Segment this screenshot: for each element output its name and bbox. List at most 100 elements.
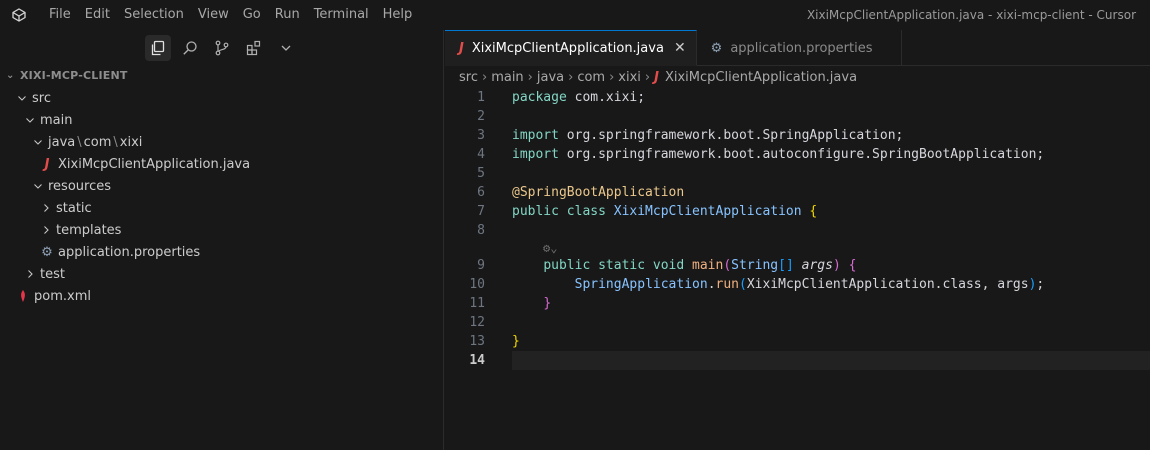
tree-label: static	[56, 200, 92, 216]
code-line: 3 import org.springframework.boot.Spring…	[445, 126, 1150, 145]
tree-item-properties[interactable]: ⚙ application.properties	[0, 241, 443, 263]
chevron-down-icon	[32, 180, 44, 192]
breadcrumb-item[interactable]: java	[537, 70, 564, 85]
tab-bar: J XixiMcpClientApplication.java ✕ ⚙ appl…	[445, 30, 1150, 66]
tree-item-pom[interactable]: pom.xml	[0, 285, 443, 307]
chevron-down-icon	[281, 45, 290, 51]
code-line: 11 }	[445, 294, 1150, 313]
java-file-icon: J	[44, 156, 50, 172]
more-views-button[interactable]	[273, 35, 299, 61]
line-number: 12	[469, 315, 485, 330]
tree-item-java-package[interactable]: java \ com \ xixi	[0, 131, 443, 153]
extensions-icon	[246, 40, 260, 56]
tree-label: com	[83, 134, 112, 150]
code-line: 13 }	[445, 332, 1150, 351]
line-number: 9	[477, 258, 485, 273]
tree-label: application.properties	[58, 244, 201, 260]
window-title: XixiMcpClientApplication.java - xixi-mcp…	[806, 8, 1136, 22]
tree-label: java	[48, 134, 76, 150]
code-line: 7 public class XixiMcpClientApplication …	[445, 202, 1150, 221]
tab-java-file[interactable]: J XixiMcpClientApplication.java ✕	[445, 30, 697, 66]
line-number: 14	[469, 353, 485, 368]
tree-item-test[interactable]: test	[0, 263, 443, 285]
line-number: 1	[477, 90, 485, 105]
tree-item-templates[interactable]: templates	[0, 219, 443, 241]
chevron-down-icon	[16, 92, 28, 104]
tree-label: templates	[56, 222, 122, 238]
code-token: com.xixi;	[566, 90, 646, 105]
tree-item-static[interactable]: static	[0, 197, 443, 219]
breadcrumb-item[interactable]: XixiMcpClientApplication.java	[665, 70, 857, 85]
code-line: 1 package com.xixi;	[445, 88, 1150, 107]
code-token: org.springframework.boot.SpringApplicati…	[558, 128, 904, 143]
tree-label: resources	[48, 178, 112, 194]
source-control-button[interactable]	[209, 35, 235, 61]
code-line: 5	[445, 164, 1150, 183]
tree-item-resources[interactable]: resources	[0, 175, 443, 197]
code-token: .	[707, 277, 716, 292]
line-number: 3	[477, 128, 485, 143]
chevron-right-icon: ›	[568, 69, 574, 85]
gear-icon: ⚙	[41, 244, 53, 260]
code-line: 6 @SpringBootApplication	[445, 183, 1150, 202]
explorer-section-header[interactable]: ⌄ XIXI-MCP-CLIENT	[0, 66, 443, 86]
breadcrumb: src › main › java › com › xixi › J XixiM…	[445, 66, 1150, 88]
activity-bar	[0, 30, 443, 66]
explorer-icon	[151, 40, 164, 56]
close-icon[interactable]: ✕	[674, 40, 686, 56]
code-token: public class	[512, 204, 606, 219]
code-token: import	[512, 147, 559, 162]
line-number: 7	[477, 204, 485, 219]
tab-properties[interactable]: ⚙ application.properties	[697, 30, 902, 66]
tree-label: test	[40, 266, 65, 282]
breadcrumb-item[interactable]: xixi	[618, 70, 641, 85]
breadcrumb-item[interactable]: src	[459, 70, 478, 85]
code-token: run	[715, 277, 739, 292]
search-icon	[182, 41, 197, 55]
sidebar: ⌄ XIXI-MCP-CLIENT src main java \ com \ …	[0, 30, 444, 450]
chevron-right-icon: ›	[609, 69, 615, 85]
editor-area: J XixiMcpClientApplication.java ✕ ⚙ appl…	[445, 30, 1150, 450]
search-button[interactable]	[177, 35, 203, 61]
codelens-row: ⚙⌄	[445, 240, 1150, 256]
code-token: {	[809, 204, 818, 219]
code-token: (	[723, 258, 732, 273]
tree-label: pom.xml	[34, 288, 91, 304]
java-file-icon: J	[654, 69, 659, 85]
codelens-icon[interactable]: ⚙⌄	[543, 241, 557, 255]
chevron-right-icon: ›	[644, 69, 651, 85]
tree-label: main	[40, 112, 73, 128]
tab-label: application.properties	[730, 40, 873, 56]
maven-icon	[16, 290, 30, 302]
extensions-button[interactable]	[241, 35, 267, 61]
code-line: 12	[445, 313, 1150, 332]
code-token: XixiMcpClientApplication	[613, 204, 802, 219]
tree-item-src[interactable]: src	[0, 87, 443, 109]
tree-item-main[interactable]: main	[0, 109, 443, 131]
line-number: 4	[477, 147, 485, 162]
code-token: public static void	[543, 258, 685, 273]
line-number: 10	[469, 277, 485, 292]
tab-label: XixiMcpClientApplication.java	[471, 40, 664, 56]
tree-item-java-file[interactable]: J XixiMcpClientApplication.java	[0, 153, 443, 175]
code-token: []	[778, 258, 794, 273]
code-token: main	[692, 258, 724, 273]
path-separator: \	[113, 134, 118, 150]
line-number: 5	[477, 166, 485, 181]
gear-icon: ⚙	[710, 40, 723, 56]
code-token: )	[832, 258, 841, 273]
tree-label: src	[32, 90, 51, 106]
java-file-icon: J	[459, 40, 464, 56]
explorer-button[interactable]	[144, 35, 171, 61]
source-control-icon	[215, 40, 228, 56]
breadcrumb-item[interactable]: main	[491, 70, 523, 85]
breadcrumb-item[interactable]: com	[577, 70, 605, 85]
code-token: org.springframework.boot.autoconfigure.S…	[558, 147, 1045, 162]
chevron-right-icon: ›	[527, 69, 533, 85]
code-token: package	[512, 90, 567, 105]
code-editor[interactable]: 1 package com.xixi; 2 3 import org.sprin…	[445, 88, 1150, 370]
code-token: String	[731, 258, 779, 273]
code-token: (	[739, 277, 747, 292]
code-token: @SpringBootApplication	[512, 185, 685, 200]
chevron-right-icon: ›	[481, 69, 488, 85]
